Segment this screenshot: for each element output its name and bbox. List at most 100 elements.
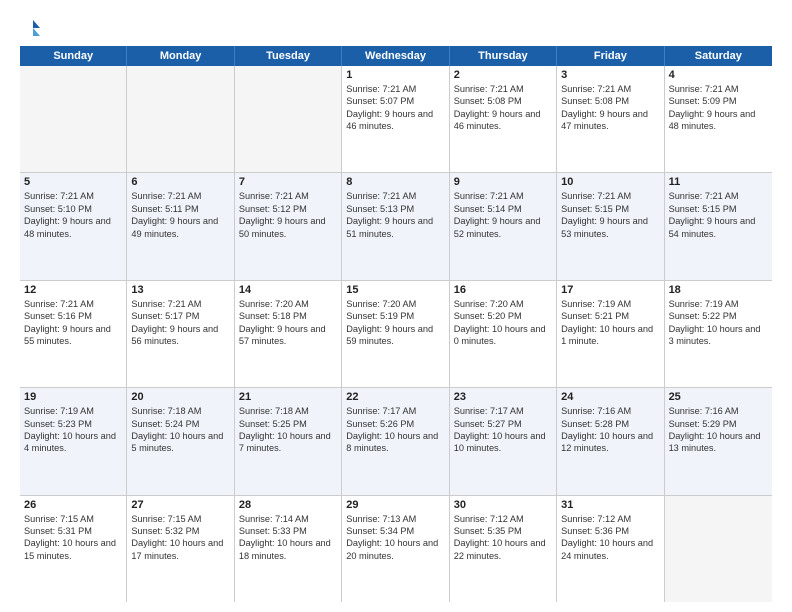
weekday-header: Saturday [665,46,772,66]
calendar-cell: 20Sunrise: 7:18 AMSunset: 5:24 PMDayligh… [127,388,234,494]
cell-text: Daylight: 9 hours and 57 minutes. [239,323,337,348]
calendar-cell: 26Sunrise: 7:15 AMSunset: 5:31 PMDayligh… [20,496,127,602]
calendar-cell: 28 Sunrise: 7:14 AMSunset: 5:33 PMDayligh… [235,496,342,602]
cell-text: Daylight: 9 hours and 48 minutes. [24,215,122,240]
cell-text: Sunset: 5:31 PM [24,525,122,537]
cell-text: Daylight: 10 hours and 10 minutes. [454,430,552,455]
cell-text: Sunset: 5:19 PM [346,310,444,322]
cell-text: Sunset: 5:14 PM [454,203,552,215]
cell-text: Daylight: 10 hours and 24 minutes. [561,537,659,562]
cell-text: Daylight: 9 hours and 55 minutes. [24,323,122,348]
cell-text: Sunset: 5:23 PM [24,418,122,430]
cell-text: Sunrise: 7:21 AM [454,190,552,202]
calendar-cell: 22Sunrise: 7:17 AMSunset: 5:26 PMDayligh… [342,388,449,494]
day-number: 20 [131,391,229,403]
cell-text: Sunrise: 7:15 AM [131,513,229,525]
calendar-cell [235,66,342,172]
cell-text: Sunset: 5:34 PM [346,525,444,537]
cell-text: Sunrise: 7:20 AM [346,298,444,310]
cell-text: Sunrise: 7:14 AM [239,513,337,525]
cell-text: Daylight: 10 hours and 8 minutes. [346,430,444,455]
cell-text: Daylight: 10 hours and 15 minutes. [24,537,122,562]
calendar-cell: 14Sunrise: 7:20 AMSunset: 5:18 PMDayligh… [235,281,342,387]
calendar-cell: 21Sunrise: 7:18 AMSunset: 5:25 PMDayligh… [235,388,342,494]
page: SundayMondayTuesdayWednesdayThursdayFrid… [0,0,792,612]
calendar-cell: 13Sunrise: 7:21 AMSunset: 5:17 PMDayligh… [127,281,234,387]
cell-text: Sunset: 5:32 PM [131,525,229,537]
calendar-week: 12Sunrise: 7:21 AMSunset: 5:16 PMDayligh… [20,281,772,388]
logo-icon [20,18,42,40]
cell-text: Daylight: 9 hours and 46 minutes. [346,108,444,133]
cell-text: Sunrise: 7:13 AM [346,513,444,525]
calendar-cell: 1Sunrise: 7:21 AMSunset: 5:07 PMDaylight… [342,66,449,172]
weekday-header: Friday [557,46,664,66]
cell-text: Sunset: 5:17 PM [131,310,229,322]
day-number: 17 [561,284,659,296]
cell-text: Sunset: 5:26 PM [346,418,444,430]
day-number: 29 [346,499,444,511]
day-number: 24 [561,391,659,403]
day-number: 28 [239,499,337,511]
cell-text: Sunset: 5:09 PM [669,95,768,107]
calendar-cell [127,66,234,172]
cell-text: Daylight: 10 hours and 20 minutes. [346,537,444,562]
cell-text: Daylight: 9 hours and 56 minutes. [131,323,229,348]
cell-text: Sunrise: 7:21 AM [346,190,444,202]
day-number: 3 [561,69,659,81]
cell-text: Sunrise: 7:19 AM [24,405,122,417]
cell-text: Sunrise: 7:19 AM [561,298,659,310]
cell-text: Sunset: 5:33 PM [239,525,337,537]
cell-text: Daylight: 10 hours and 18 minutes. [239,537,337,562]
cell-text: Sunrise: 7:19 AM [669,298,768,310]
calendar-body: 1Sunrise: 7:21 AMSunset: 5:07 PMDaylight… [20,66,772,602]
cell-text: Sunset: 5:08 PM [561,95,659,107]
cell-text: Sunset: 5:35 PM [454,525,552,537]
cell-text: Sunset: 5:18 PM [239,310,337,322]
cell-text: Sunset: 5:15 PM [669,203,768,215]
cell-text: Daylight: 9 hours and 54 minutes. [669,215,768,240]
calendar-cell: 12Sunrise: 7:21 AMSunset: 5:16 PMDayligh… [20,281,127,387]
calendar-cell: 30Sunrise: 7:12 AMSunset: 5:35 PMDayligh… [450,496,557,602]
weekday-header: Thursday [450,46,557,66]
cell-text: Daylight: 9 hours and 49 minutes. [131,215,229,240]
cell-text: Sunrise: 7:15 AM [24,513,122,525]
day-number: 16 [454,284,552,296]
cell-text: Sunrise: 7:17 AM [454,405,552,417]
calendar-week: 26Sunrise: 7:15 AMSunset: 5:31 PMDayligh… [20,496,772,602]
calendar-cell: 11Sunrise: 7:21 AMSunset: 5:15 PMDayligh… [665,173,772,279]
calendar-cell: 18Sunrise: 7:19 AMSunset: 5:22 PMDayligh… [665,281,772,387]
day-number: 1 [346,69,444,81]
calendar-cell: 27Sunrise: 7:15 AMSunset: 5:32 PMDayligh… [127,496,234,602]
day-number: 15 [346,284,444,296]
cell-text: Sunrise: 7:21 AM [454,83,552,95]
cell-text: Daylight: 9 hours and 47 minutes. [561,108,659,133]
day-number: 9 [454,176,552,188]
cell-text: Daylight: 9 hours and 52 minutes. [454,215,552,240]
calendar-cell: 5Sunrise: 7:21 AMSunset: 5:10 PMDaylight… [20,173,127,279]
day-number: 6 [131,176,229,188]
day-number: 18 [669,284,768,296]
cell-text: Sunset: 5:25 PM [239,418,337,430]
day-number: 30 [454,499,552,511]
cell-text: Sunrise: 7:16 AM [561,405,659,417]
cell-text: Daylight: 9 hours and 50 minutes. [239,215,337,240]
cell-text: Sunset: 5:16 PM [24,310,122,322]
cell-text: Sunset: 5:13 PM [346,203,444,215]
calendar-week: 5Sunrise: 7:21 AMSunset: 5:10 PMDaylight… [20,173,772,280]
calendar-header: SundayMondayTuesdayWednesdayThursdayFrid… [20,46,772,66]
calendar-cell: 29 Sunrise: 7:13 AMSunset: 5:34 PMDayligh… [342,496,449,602]
calendar-cell: 31Sunrise: 7:12 AMSunset: 5:36 PMDayligh… [557,496,664,602]
cell-text: Sunrise: 7:20 AM [454,298,552,310]
cell-text: Sunrise: 7:18 AM [239,405,337,417]
cell-text: Daylight: 10 hours and 1 minute. [561,323,659,348]
cell-text: Sunrise: 7:12 AM [561,513,659,525]
cell-text: Sunrise: 7:21 AM [239,190,337,202]
calendar-cell: 16Sunrise: 7:20 AMSunset: 5:20 PMDayligh… [450,281,557,387]
cell-text: Sunrise: 7:21 AM [561,83,659,95]
weekday-header: Sunday [20,46,127,66]
cell-text: Sunrise: 7:17 AM [346,405,444,417]
cell-text: Sunset: 5:21 PM [561,310,659,322]
cell-text: Sunset: 5:22 PM [669,310,768,322]
cell-text: Daylight: 9 hours and 51 minutes. [346,215,444,240]
day-number: 19 [24,391,122,403]
